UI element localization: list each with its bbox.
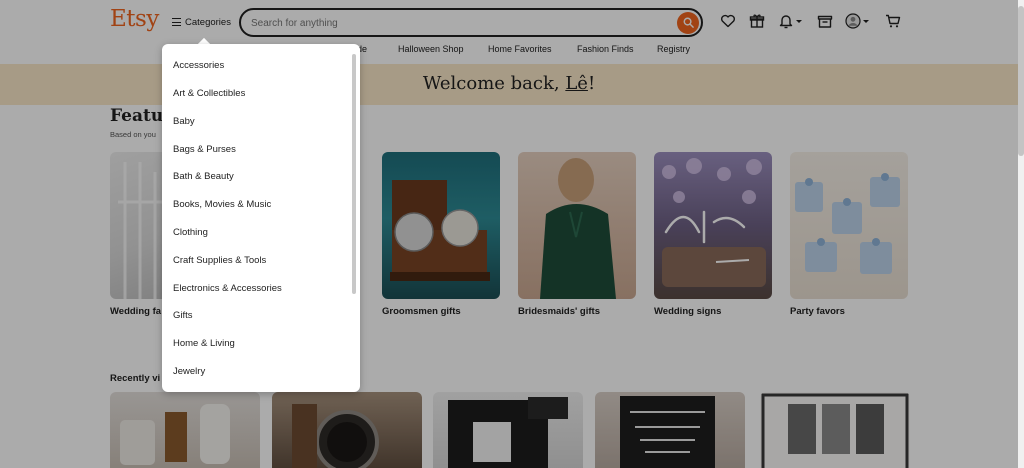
category-item-books-movies-music[interactable]: Books, Movies & Music xyxy=(173,199,271,210)
category-item-baby[interactable]: Baby xyxy=(173,116,195,127)
categories-dropdown: Accessories Art & Collectibles Baby Bags… xyxy=(162,44,360,392)
category-item-gifts[interactable]: Gifts xyxy=(173,310,193,321)
dropdown-scrollbar[interactable] xyxy=(352,54,356,294)
category-item-bath-beauty[interactable]: Bath & Beauty xyxy=(173,171,234,182)
page-scrollbar[interactable] xyxy=(1018,0,1024,468)
category-item-jewelry[interactable]: Jewelry xyxy=(173,366,205,377)
category-item-art-collectibles[interactable]: Art & Collectibles xyxy=(173,88,245,99)
category-item-accessories[interactable]: Accessories xyxy=(173,60,224,71)
category-item-bags-purses[interactable]: Bags & Purses xyxy=(173,144,236,155)
modal-overlay[interactable] xyxy=(0,0,1018,468)
category-item-electronics[interactable]: Electronics & Accessories xyxy=(173,283,282,294)
category-item-craft-supplies[interactable]: Craft Supplies & Tools xyxy=(173,255,266,266)
category-item-clothing[interactable]: Clothing xyxy=(173,227,208,238)
page-scrollbar-thumb[interactable] xyxy=(1018,6,1024,156)
category-item-home-living[interactable]: Home & Living xyxy=(173,338,235,349)
